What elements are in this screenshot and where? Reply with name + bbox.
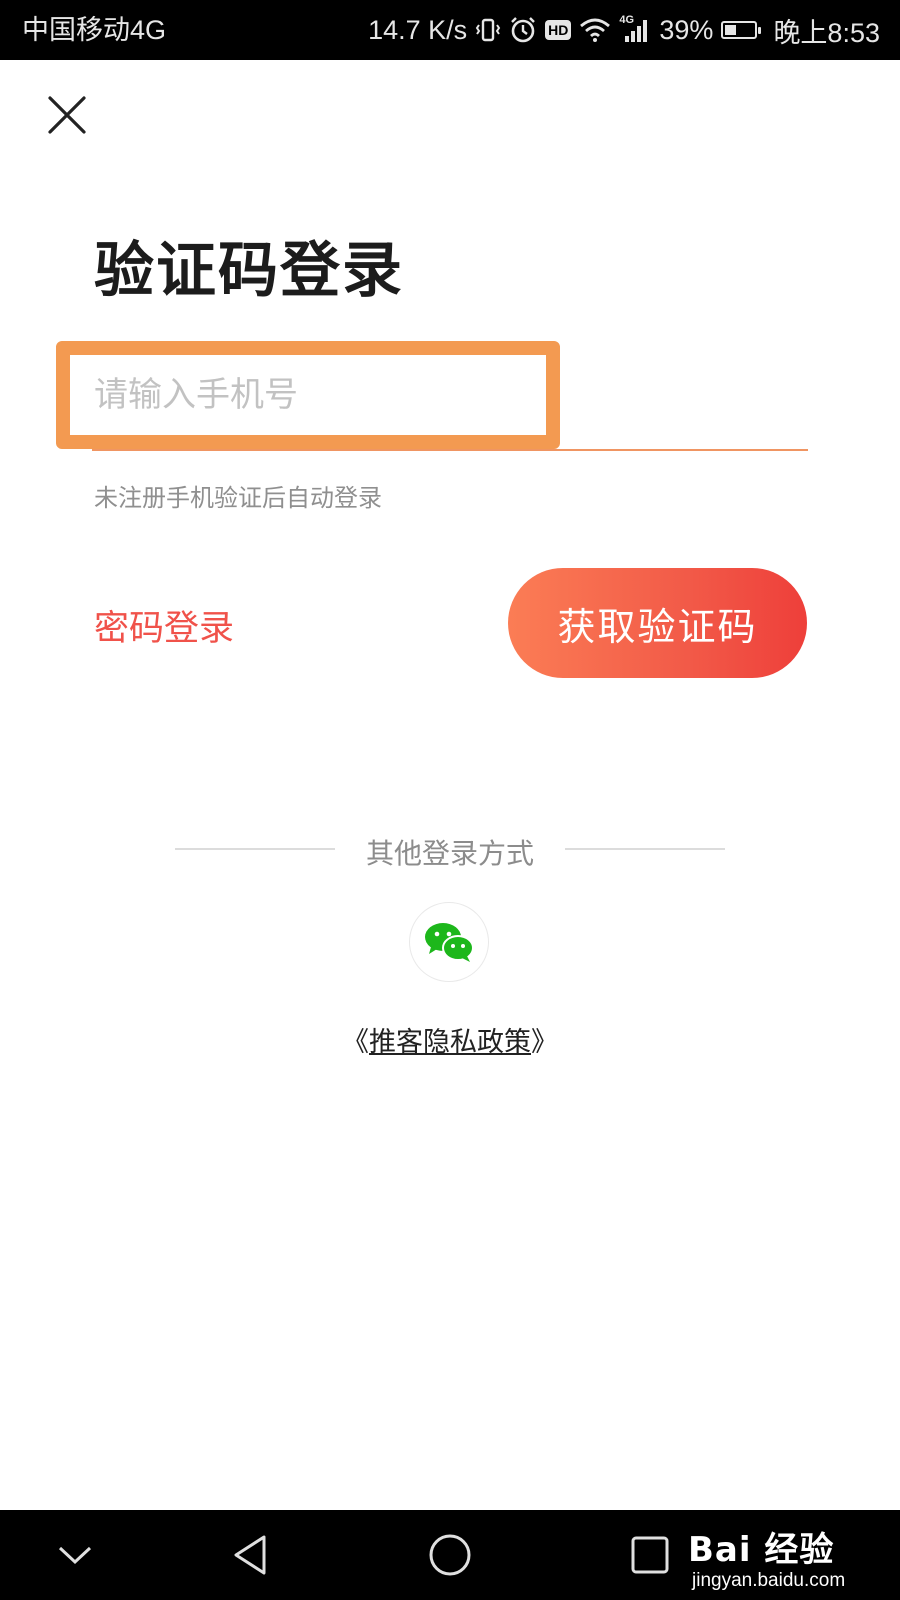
clock: 晚上8:53 (773, 17, 880, 48)
nav-down-button[interactable] (30, 1510, 120, 1600)
baidu-jingyan-watermark: Bai 经验 jingyan.baidu.com (688, 1514, 898, 1600)
privacy-close-bracket: 》 (531, 1027, 558, 1058)
nav-back-button[interactable] (205, 1510, 295, 1600)
signal-icon: 4G (619, 14, 651, 44)
page-title: 验证码登录 (94, 236, 404, 306)
nav-recent-button[interactable] (605, 1510, 695, 1600)
privacy-policy-link[interactable]: 推客隐私政策 (369, 1027, 531, 1058)
recent-square-icon (631, 1536, 669, 1574)
chevron-down-icon (58, 1546, 92, 1565)
watermark-brand: Bai 经验 (688, 1530, 835, 1570)
close-button[interactable] (44, 92, 90, 138)
battery-fill (725, 25, 737, 35)
nav-home-button[interactable] (405, 1510, 495, 1600)
close-icon (48, 96, 86, 134)
hd-badge: HD (545, 20, 572, 40)
wechat-icon (425, 923, 474, 962)
other-login-label: 其他登录方式 (365, 837, 534, 870)
battery-percent: 39% (659, 14, 714, 45)
privacy-open-bracket: 《 (342, 1027, 369, 1058)
status-icons: 14.7 K/s HD 4G 39% 晚上8:53 (368, 0, 880, 60)
alarm-icon (509, 16, 537, 44)
divider-left (175, 848, 335, 850)
auto-register-hint: 未注册手机验证后自动登录 (94, 484, 382, 512)
divider-right (565, 848, 725, 850)
highlight-box (56, 341, 560, 449)
carrier-label: 中国移动4G (22, 15, 167, 45)
wifi-icon (579, 17, 611, 43)
watermark-url: jingyan.baidu.com (692, 1570, 846, 1591)
privacy-policy: 《推客隐私政策》 (0, 1020, 900, 1059)
battery-icon (721, 21, 762, 39)
password-login-link[interactable]: 密码登录 (94, 600, 234, 651)
network-speed: 14.7 K/s (368, 14, 468, 45)
phone-underline (92, 449, 808, 451)
wechat-login-button[interactable] (409, 902, 489, 982)
network-type: 4G (619, 14, 635, 26)
vibrate-icon (475, 16, 501, 44)
status-bar: 中国移动4G 14.7 K/s HD 4G 39% 晚上8:53 (0, 0, 900, 60)
home-circle-icon (429, 1534, 471, 1576)
back-triangle-icon (234, 1535, 266, 1575)
get-code-button[interactable]: 获取验证码 (508, 568, 807, 678)
